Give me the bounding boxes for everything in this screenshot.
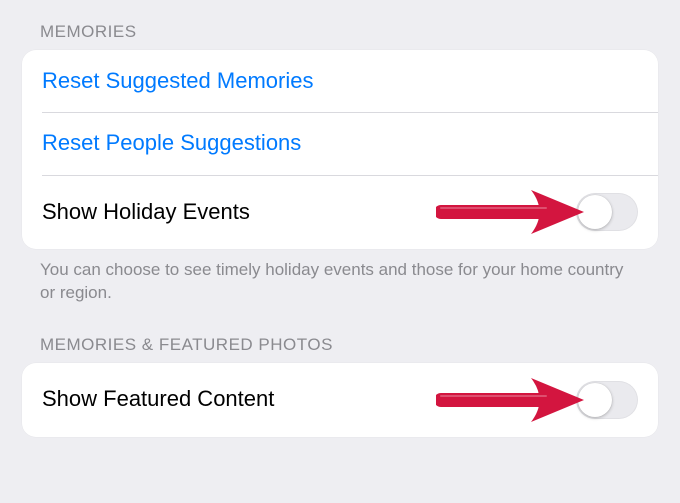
annotation-arrow-icon — [436, 370, 586, 430]
annotation-arrow-icon — [436, 182, 586, 242]
show-featured-content-label: Show Featured Content — [42, 386, 274, 412]
show-holiday-events-toggle[interactable] — [576, 193, 638, 231]
reset-suggested-memories-row[interactable]: Reset Suggested Memories — [22, 50, 658, 112]
toggle-knob — [578, 195, 612, 229]
show-holiday-events-row: Show Holiday Events — [22, 175, 658, 249]
show-holiday-events-label: Show Holiday Events — [42, 199, 250, 225]
settings-group-memories: Reset Suggested Memories Reset People Su… — [22, 50, 658, 249]
reset-people-suggestions-row[interactable]: Reset People Suggestions — [22, 112, 658, 174]
section-header-memories: Memories — [22, 0, 658, 50]
section-header-featured: Memories & Featured Photos — [22, 305, 658, 363]
reset-people-suggestions-label: Reset People Suggestions — [42, 130, 301, 156]
show-featured-content-row: Show Featured Content — [22, 363, 658, 437]
reset-suggested-memories-label: Reset Suggested Memories — [42, 68, 313, 94]
settings-group-featured: Show Featured Content — [22, 363, 658, 437]
toggle-knob — [578, 383, 612, 417]
section-footer-memories: You can choose to see timely holiday eve… — [22, 249, 658, 305]
show-featured-content-toggle[interactable] — [576, 381, 638, 419]
